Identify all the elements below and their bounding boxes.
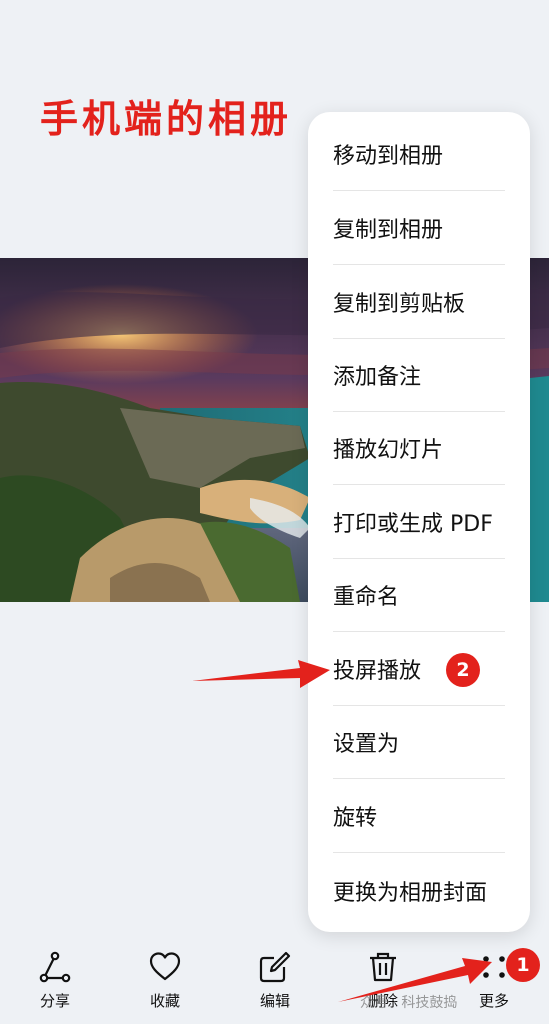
share-icon — [39, 951, 71, 983]
menu-item-rotate[interactable]: 旋转 — [333, 780, 505, 853]
menu-item-set-as-cover[interactable]: 更换为相册封面 — [333, 854, 505, 927]
bottom-toolbar: 分享 收藏 编辑 删除 更多 — [0, 940, 549, 1024]
heart-icon — [149, 952, 181, 981]
menu-item-rename[interactable]: 重命名 — [333, 559, 505, 632]
menu-item-print-pdf[interactable]: 打印或生成 PDF — [333, 486, 505, 559]
menu-item-move-to-album[interactable]: 移动到相册 — [333, 118, 505, 191]
trash-icon — [370, 952, 396, 982]
share-button[interactable]: 分享 — [15, 950, 95, 1011]
edit-icon — [259, 951, 291, 983]
menu-item-slideshow[interactable]: 播放幻灯片 — [333, 412, 505, 485]
menu-item-set-as[interactable]: 设置为 — [333, 706, 505, 779]
more-options-menu: 移动到相册 复制到相册 复制到剪贴板 添加备注 播放幻灯片 打印或生成 PDF … — [308, 112, 530, 932]
more-label: 更多 — [478, 992, 509, 1010]
menu-item-copy-to-clipboard[interactable]: 复制到剪贴板 — [333, 266, 505, 339]
favorite-button[interactable]: 收藏 — [125, 950, 205, 1011]
edit-button[interactable]: 编辑 — [235, 950, 315, 1011]
favorite-label: 收藏 — [149, 992, 180, 1010]
share-label: 分享 — [39, 992, 70, 1010]
watermark: 众号 · 科技鼓捣 — [360, 995, 458, 1011]
edit-label: 编辑 — [259, 992, 290, 1010]
step-badge-2: 2 — [446, 653, 480, 687]
step-badge-1: 1 — [506, 948, 540, 982]
page-title: 手机端的相册 — [40, 96, 293, 141]
menu-item-copy-to-album[interactable]: 复制到相册 — [333, 192, 505, 265]
menu-item-add-note[interactable]: 添加备注 — [333, 339, 505, 412]
